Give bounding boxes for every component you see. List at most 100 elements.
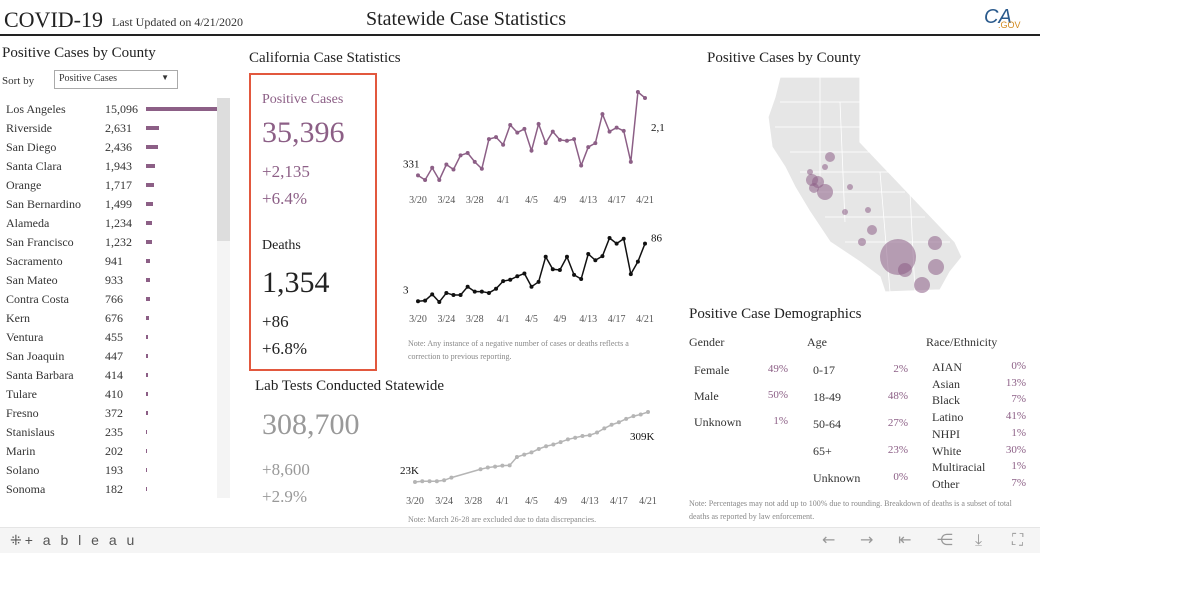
cases-chart: 3/20 3/24 3/28 4/1 4/5 4/9 4/13 4/17 4/21 331 2,13… (403, 90, 665, 206)
tests-point (544, 444, 549, 449)
county-name: Orange (6, 178, 42, 192)
county-row[interactable]: Marin 202 (6, 444, 216, 463)
county-row[interactable]: Sacramento 941 (6, 254, 216, 273)
county-row[interactable]: Stanislaus 235 (6, 425, 216, 444)
cases-point (472, 159, 477, 164)
map-title: Positive Cases by County (707, 50, 861, 66)
county-row[interactable]: Sonoma 182 (6, 482, 216, 501)
deaths-point (437, 300, 442, 304)
county-row[interactable]: San Mateo 933 (6, 273, 216, 292)
county-row[interactable]: Alameda 1,234 (6, 216, 216, 235)
county-row[interactable]: Orange 1,717 (6, 178, 216, 197)
x-tick-label: 3/20 (409, 314, 427, 325)
county-map[interactable] (750, 72, 980, 300)
share-icon[interactable]: ⋲ (937, 530, 953, 549)
county-row[interactable]: San Bernardino 1,499 (6, 197, 216, 216)
county-name: San Diego (6, 140, 57, 154)
county-row[interactable]: Tulare 410 (6, 387, 216, 406)
deaths-point (621, 236, 626, 241)
deaths-point (607, 236, 612, 240)
county-bar (146, 297, 150, 301)
county-row[interactable]: Riverside 2,631 (6, 121, 216, 140)
county-row[interactable]: Contra Costa 766 (6, 292, 216, 311)
tests-point (485, 465, 490, 470)
tableau-icon: ⁜ (10, 532, 25, 548)
x-tick-label: 4/13 (579, 314, 597, 325)
county-name: San Joaquin (6, 349, 65, 363)
x-tick-label: 3/20 (409, 195, 427, 206)
tests-point (449, 475, 454, 480)
end-value-label: 2,135 (651, 122, 665, 134)
race-label: AIAN (932, 360, 962, 374)
county-row[interactable]: Fresno 372 (6, 406, 216, 425)
sort-value: Positive Cases (59, 73, 118, 84)
race-label: Asian (932, 376, 960, 391)
x-tick-label: 4/21 (636, 314, 654, 325)
county-row[interactable]: Santa Clara 1,943 (6, 159, 216, 178)
redo-icon[interactable]: → (860, 530, 873, 549)
gender-value: 49% (767, 363, 788, 375)
cases-point (543, 141, 548, 146)
county-name: Sacramento (6, 254, 63, 268)
deaths-point (572, 272, 577, 277)
deaths-point (423, 298, 428, 303)
county-value: 933 (105, 273, 123, 287)
county-row[interactable]: Santa Barbara 414 (6, 368, 216, 387)
county-row[interactable]: Solano 193 (6, 463, 216, 482)
deaths-point (564, 254, 569, 259)
county-value: 414 (105, 368, 123, 382)
tests-point (565, 437, 570, 442)
revert-icon[interactable]: ⇤ (898, 530, 911, 549)
county-value: 941 (105, 254, 123, 268)
county-row[interactable]: San Francisco 1,232 (6, 235, 216, 254)
tests-point (522, 452, 527, 457)
age-label: 50-64 (813, 417, 841, 431)
county-name: Marin (6, 444, 36, 458)
x-tick-label: 4/5 (525, 314, 538, 325)
race-value: 1% (1011, 426, 1026, 439)
sort-select[interactable]: Positive Cases ▼ (54, 70, 178, 89)
gender-label: Male (694, 389, 719, 403)
tableau-brand: + a b l e a u (24, 532, 138, 548)
stats-note: Note: Any instance of a negative number … (408, 339, 629, 361)
race-label: Black (932, 393, 960, 408)
age-title: Age (807, 335, 827, 349)
county-row[interactable]: San Joaquin 447 (6, 349, 216, 368)
x-tick-label: 4/9 (553, 195, 566, 206)
county-row[interactable]: San Diego 2,436 (6, 140, 216, 159)
download-icon[interactable]: ⤓ (975, 530, 982, 550)
tests-point (602, 426, 607, 431)
cases-pct: +6.4% (262, 189, 307, 208)
county-bar (146, 202, 154, 206)
x-tick-label: 4/21 (639, 496, 657, 507)
fullscreen-icon[interactable]: ⛶ (1012, 530, 1023, 550)
deaths-point (472, 289, 477, 294)
county-name: Solano (6, 463, 40, 477)
age-value: 48% (887, 390, 908, 402)
cases-label: Positive Cases (262, 92, 344, 107)
tests-note: Note: March 26-28 are excluded due to da… (408, 515, 597, 524)
county-value: 1,943 (105, 159, 132, 173)
cases-point (479, 166, 484, 171)
county-value: 15,096 (105, 102, 138, 116)
county-name: Ventura (6, 330, 44, 344)
cases-total: 35,396 (262, 116, 345, 149)
county-row[interactable]: Los Angeles 15,096 (6, 102, 218, 121)
cases-point (579, 163, 584, 168)
ca-gov-logo[interactable]: CA .GOV (984, 6, 1021, 34)
county-name: San Francisco (6, 235, 74, 249)
county-row[interactable]: Ventura 455 (6, 330, 216, 349)
race-label: Multiracial (932, 460, 986, 475)
county-row[interactable]: Kern 676 (6, 311, 216, 330)
undo-icon[interactable]: ← (822, 530, 835, 549)
county-value: 1,232 (105, 235, 132, 249)
race-label: Other (932, 476, 960, 491)
end-value-label: 86 (651, 233, 663, 245)
deaths-new: +86 (262, 312, 289, 331)
county-value: 235 (105, 425, 123, 439)
county-value: 372 (105, 406, 123, 420)
cases-point (437, 178, 442, 182)
scrollbar-thumb[interactable] (217, 98, 230, 241)
tableau-logo[interactable]: ⁜+ a b l e a u (10, 532, 137, 549)
cases-point (416, 173, 420, 178)
